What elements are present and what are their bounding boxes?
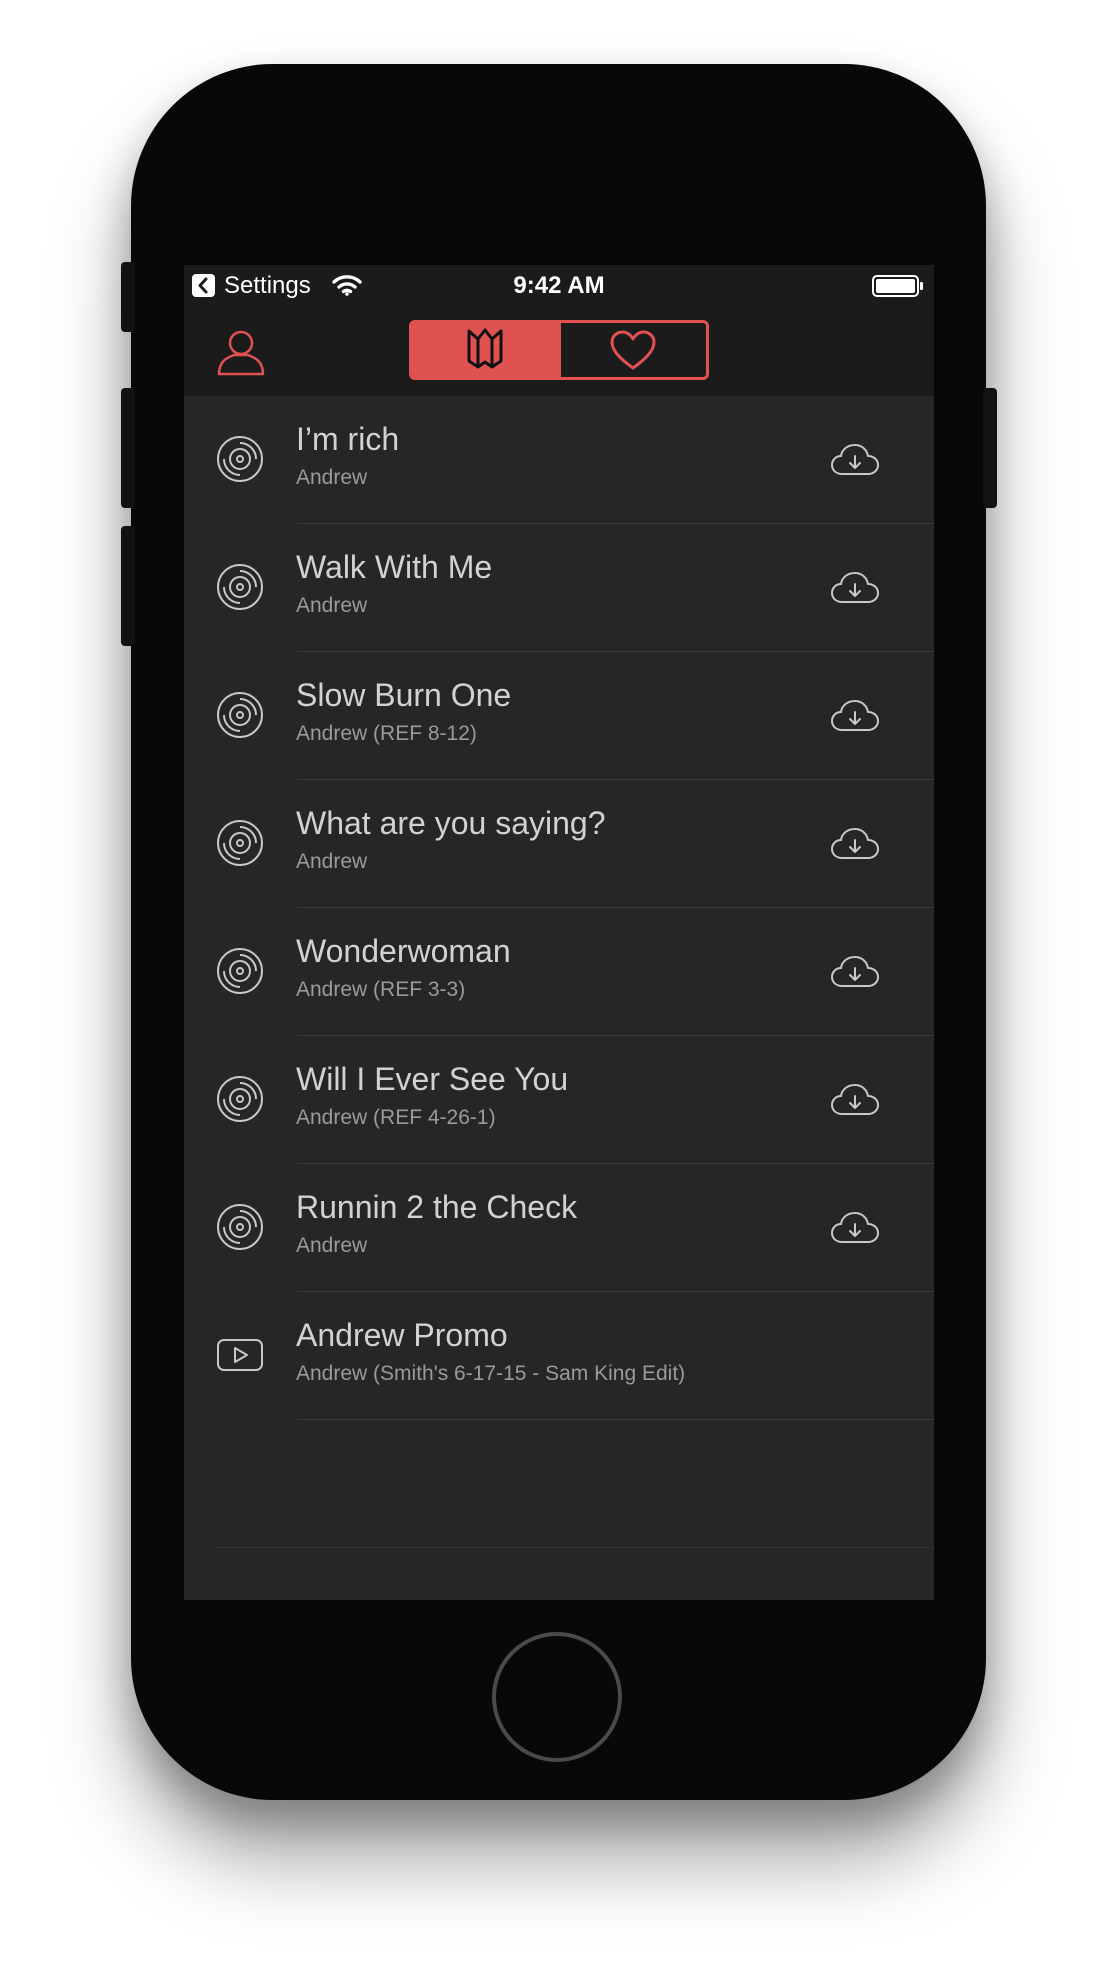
track-title: Wonderwoman [296,933,511,969]
track-artist: Andrew (REF 8-12) [296,722,477,745]
track-title: Slow Burn One [296,677,512,713]
track-row[interactable]: Will I Ever See You Andrew (REF 4-26-1) [184,1036,934,1164]
bookmark-crown-icon [467,328,503,369]
vinyl-record-icon [216,1075,264,1123]
nav-bar [184,305,934,396]
volume-up-button [121,388,135,508]
track-row[interactable]: Wonderwoman Andrew (REF 3-3) [184,908,934,1036]
track-artist: Andrew [296,594,368,617]
track-artist: Andrew [296,466,368,489]
volume-down-button [121,526,135,646]
home-button[interactable] [492,1632,622,1762]
track-artist: Andrew (Smith's 6-17-15 - Sam King Edit) [296,1362,686,1385]
track-artist: Andrew [296,1234,368,1257]
library-favorites-segmented-control [409,320,709,380]
track-row[interactable]: Runnin 2 the Check Andrew [184,1164,934,1292]
empty-list-row [184,1420,934,1548]
cloud-download-icon[interactable] [830,443,880,482]
vinyl-record-icon [216,1203,264,1251]
track-artist: Andrew (REF 3-3) [296,978,466,1001]
vinyl-record-icon [216,563,264,611]
track-title: I’m rich [296,421,400,457]
vinyl-record-icon [216,947,264,995]
status-time: 9:42 AM [513,272,605,299]
person-icon[interactable] [216,327,266,382]
segment-library[interactable] [412,323,558,377]
vinyl-record-icon [216,819,264,867]
track-row[interactable]: Walk With Me Andrew [184,524,934,652]
track-row[interactable]: What are you saying? Andrew [184,780,934,908]
track-row[interactable]: Andrew Promo Andrew (Smith's 6-17-15 - S… [184,1292,934,1420]
battery-icon [872,275,924,302]
heart-icon [610,330,656,370]
cloud-download-icon[interactable] [830,571,880,610]
power-button [983,388,997,508]
mute-switch [121,262,135,332]
segment-favorites[interactable] [557,323,707,377]
cloud-download-icon[interactable] [830,1083,880,1122]
track-title: Andrew Promo [296,1317,508,1353]
track-title: Will I Ever See You [296,1061,569,1097]
video-play-icon [216,1331,264,1379]
status-bar: Settings 9:42 AM [184,265,934,305]
cloud-download-icon[interactable] [830,955,880,994]
cloud-download-icon[interactable] [830,699,880,738]
track-list: I’m rich Andrew Walk With Me Andrew Slow… [184,396,934,1548]
cloud-download-icon[interactable] [830,827,880,866]
track-title: Walk With Me [296,549,493,585]
track-row[interactable]: Slow Burn One Andrew (REF 8-12) [184,652,934,780]
vinyl-record-icon [216,435,264,483]
vinyl-record-icon [216,691,264,739]
track-row[interactable]: I’m rich Andrew [184,396,934,524]
track-title: Runnin 2 the Check [296,1189,578,1225]
track-artist: Andrew (REF 4-26-1) [296,1106,496,1129]
cloud-download-icon[interactable] [830,1211,880,1250]
row-divider [214,1547,934,1548]
track-artist: Andrew [296,850,368,873]
app-screen: Settings 9:42 AM I’m rich Andrew Walk Wi… [184,265,934,1600]
track-title: What are you saying? [296,805,606,841]
